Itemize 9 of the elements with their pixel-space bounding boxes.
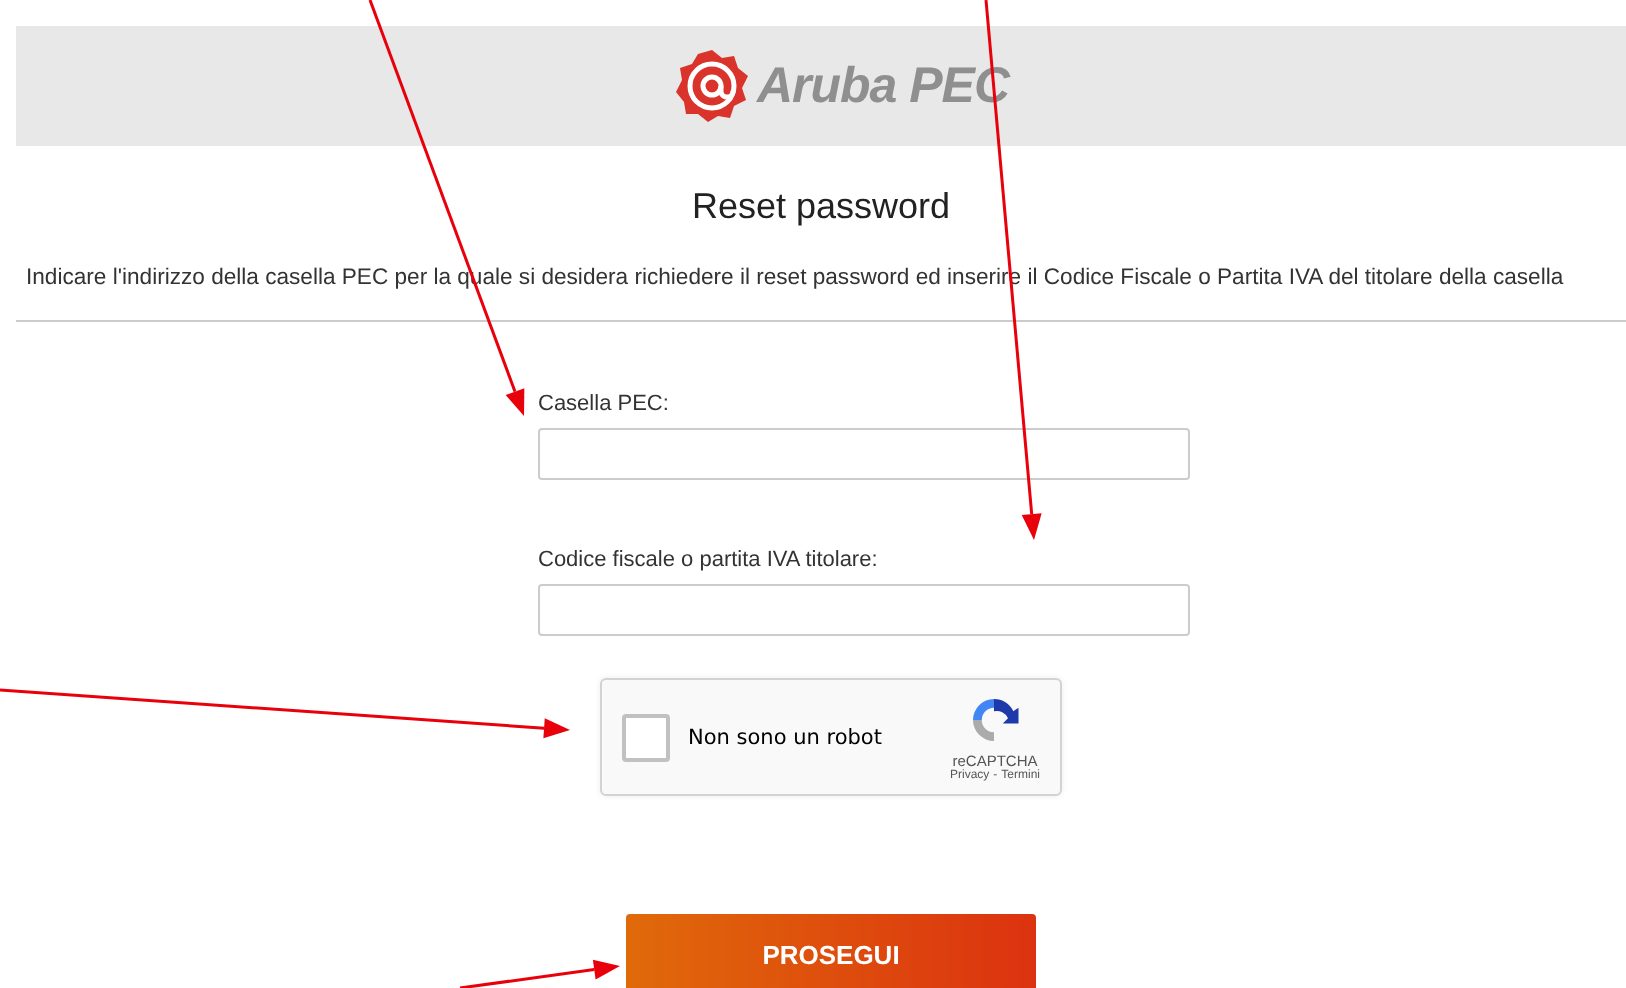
input-field[interactable]: [538, 428, 1190, 480]
field-label: Codice fiscale o partita IVA titolare:: [538, 546, 880, 574]
field-label: Casella PEC:: [538, 390, 671, 418]
checkbox-label: Non sono un robot: [688, 725, 884, 749]
input-field[interactable]: [538, 584, 1190, 636]
seal-icon: [672, 46, 753, 126]
page-title: Reset password: [689, 186, 953, 228]
continue-button[interactable]: PROSEGUI: [626, 914, 1036, 988]
checkbox[interactable]: [622, 713, 670, 761]
